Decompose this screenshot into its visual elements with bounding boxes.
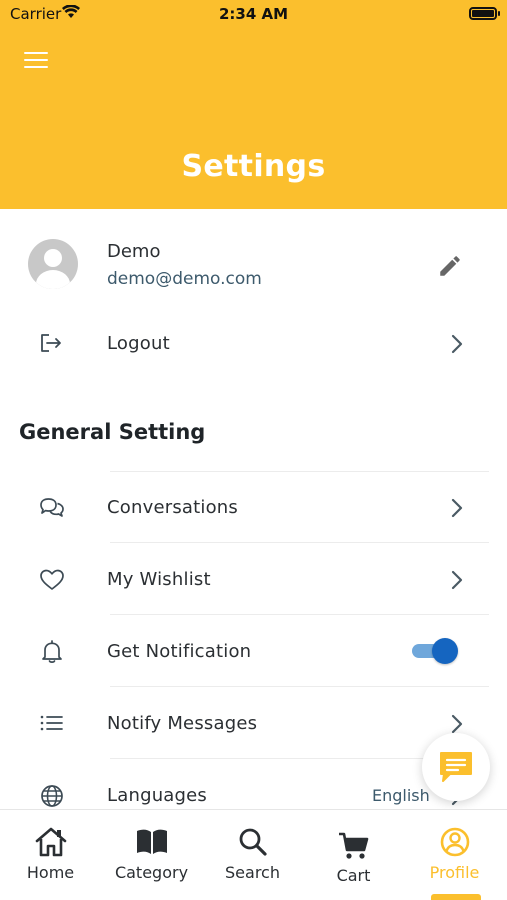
tab-category-label: Category <box>114 863 189 882</box>
tab-search-label: Search <box>225 863 280 882</box>
logout-label: Logout <box>107 333 170 354</box>
avatar <box>28 239 78 289</box>
book-icon <box>136 829 167 854</box>
notification-toggle[interactable] <box>412 637 458 665</box>
chevron-right-icon <box>451 334 463 354</box>
status-time: 2:34 AM <box>218 5 289 23</box>
conversations-label: Conversations <box>107 497 238 518</box>
status-bar: Carrier 2:34 AM <box>0 0 507 28</box>
logout-row[interactable]: Logout <box>0 307 507 379</box>
chat-bubbles-icon <box>40 498 64 517</box>
battery-icon <box>469 7 500 20</box>
tab-search[interactable]: Search <box>202 810 303 900</box>
bottom-tab-bar: Home Category Search Cart Profile <box>0 809 507 900</box>
tab-profile[interactable]: Profile <box>404 810 505 900</box>
globe-icon <box>41 785 63 807</box>
profile-name: Demo <box>107 241 161 262</box>
tab-cart[interactable]: Cart <box>303 810 404 900</box>
chevron-right-icon <box>451 570 463 590</box>
search-icon <box>239 828 267 856</box>
heart-icon <box>40 569 64 590</box>
tab-cart-label: Cart <box>336 866 371 885</box>
notification-label: Get Notification <box>107 641 252 662</box>
home-icon <box>35 827 66 857</box>
bell-icon <box>42 640 62 663</box>
section-title-general: General Setting <box>19 420 206 444</box>
logout-icon <box>41 334 61 352</box>
profile-card: Demo demo@demo.com <box>0 209 507 309</box>
wishlist-label: My Wishlist <box>107 569 211 590</box>
message-icon <box>440 752 472 782</box>
edit-pencil-icon[interactable] <box>437 253 463 279</box>
tab-category[interactable]: Category <box>101 810 202 900</box>
notification-row: Get Notification <box>0 615 507 687</box>
header: Settings <box>0 28 507 209</box>
conversations-row[interactable]: Conversations <box>0 471 507 543</box>
chat-fab-button[interactable] <box>422 733 490 801</box>
settings-content[interactable]: Demo demo@demo.com Logout General Settin… <box>0 209 507 809</box>
chevron-right-icon <box>451 498 463 518</box>
wishlist-row[interactable]: My Wishlist <box>0 543 507 615</box>
tab-home[interactable]: Home <box>0 810 101 900</box>
profile-icon <box>440 827 469 857</box>
active-tab-indicator <box>431 894 481 900</box>
language-value: English <box>372 786 430 805</box>
chevron-right-icon <box>451 714 463 734</box>
notify-messages-label: Notify Messages <box>107 713 258 734</box>
cart-icon <box>338 832 368 859</box>
tab-profile-label: Profile <box>429 863 480 882</box>
hamburger-menu-icon[interactable] <box>24 52 48 70</box>
languages-label: Languages <box>107 785 208 806</box>
tab-home-label: Home <box>26 863 75 882</box>
page-title: Settings <box>181 149 326 184</box>
profile-email: demo@demo.com <box>107 269 262 289</box>
list-icon <box>40 715 63 731</box>
